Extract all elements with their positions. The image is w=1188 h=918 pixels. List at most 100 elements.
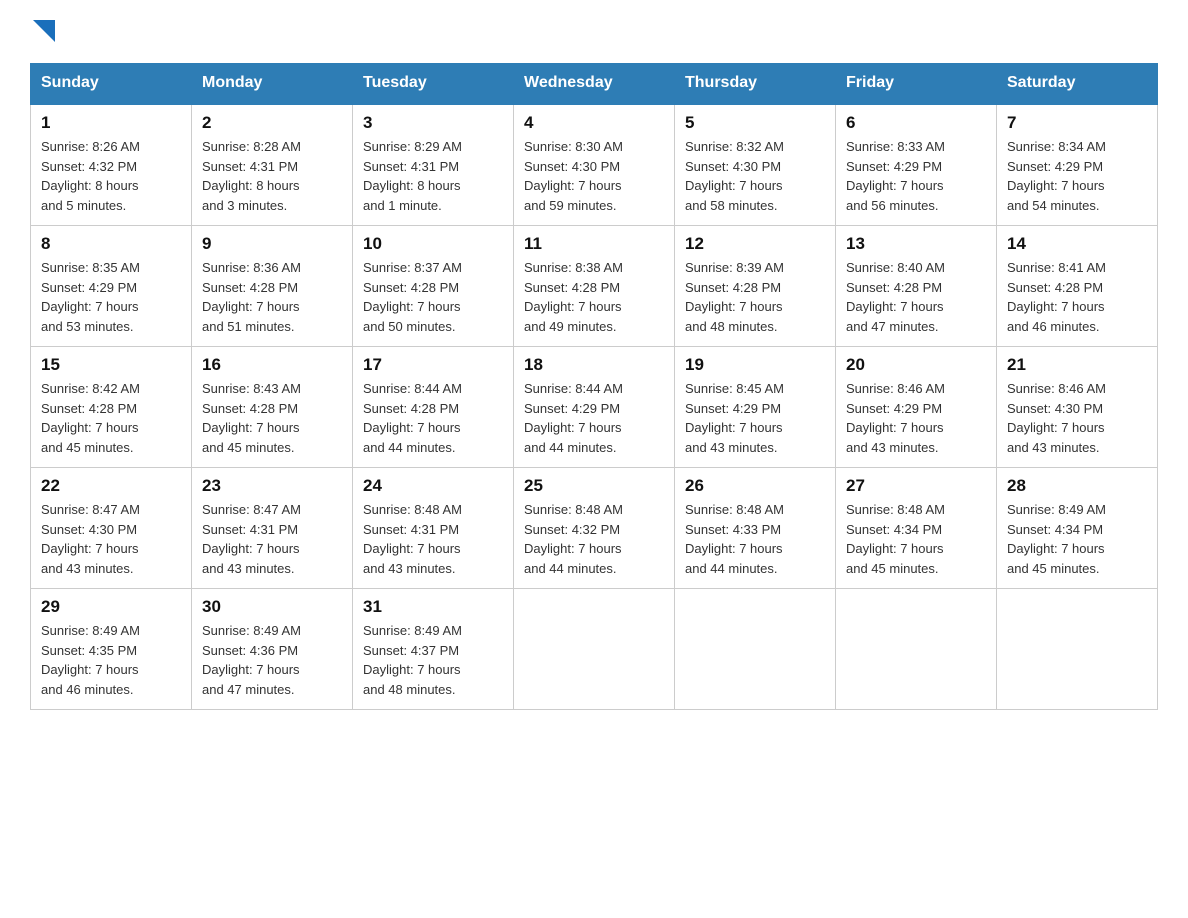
day-number: 22 <box>41 476 181 496</box>
calendar-cell: 11 Sunrise: 8:38 AM Sunset: 4:28 PM Dayli… <box>514 226 675 347</box>
day-number: 21 <box>1007 355 1147 375</box>
day-number: 11 <box>524 234 664 254</box>
calendar-cell: 13 Sunrise: 8:40 AM Sunset: 4:28 PM Dayli… <box>836 226 997 347</box>
day-number: 26 <box>685 476 825 496</box>
header-day-friday: Friday <box>836 64 997 104</box>
day-number: 9 <box>202 234 342 254</box>
day-info: Sunrise: 8:38 AM Sunset: 4:28 PM Dayligh… <box>524 258 664 336</box>
calendar-cell: 8 Sunrise: 8:35 AM Sunset: 4:29 PM Daylig… <box>31 226 192 347</box>
day-number: 25 <box>524 476 664 496</box>
day-info: Sunrise: 8:49 AM Sunset: 4:36 PM Dayligh… <box>202 621 342 699</box>
day-info: Sunrise: 8:34 AM Sunset: 4:29 PM Dayligh… <box>1007 137 1147 215</box>
day-number: 15 <box>41 355 181 375</box>
day-number: 28 <box>1007 476 1147 496</box>
calendar-body: 1 Sunrise: 8:26 AM Sunset: 4:32 PM Daylig… <box>31 104 1158 710</box>
day-number: 5 <box>685 113 825 133</box>
day-number: 12 <box>685 234 825 254</box>
calendar-cell: 6 Sunrise: 8:33 AM Sunset: 4:29 PM Daylig… <box>836 104 997 226</box>
calendar-cell: 27 Sunrise: 8:48 AM Sunset: 4:34 PM Dayli… <box>836 468 997 589</box>
calendar-cell: 26 Sunrise: 8:48 AM Sunset: 4:33 PM Dayli… <box>675 468 836 589</box>
calendar-cell: 4Sunrise: 8:30 AM Sunset: 4:30 PM Daylig… <box>514 104 675 226</box>
calendar-cell: 12Sunrise: 8:39 AM Sunset: 4:28 PM Dayli… <box>675 226 836 347</box>
day-info: Sunrise: 8:37 AM Sunset: 4:28 PM Dayligh… <box>363 258 503 336</box>
day-info: Sunrise: 8:45 AM Sunset: 4:29 PM Dayligh… <box>685 379 825 457</box>
day-number: 10 <box>363 234 503 254</box>
day-number: 6 <box>846 113 986 133</box>
calendar-cell: 23 Sunrise: 8:47 AM Sunset: 4:31 PM Dayli… <box>192 468 353 589</box>
day-number: 1 <box>41 113 181 133</box>
day-info: Sunrise: 8:48 AM Sunset: 4:32 PM Dayligh… <box>524 500 664 578</box>
day-info: Sunrise: 8:35 AM Sunset: 4:29 PM Dayligh… <box>41 258 181 336</box>
header-day-sunday: Sunday <box>31 64 192 104</box>
calendar-cell: 20Sunrise: 8:46 AM Sunset: 4:29 PM Dayli… <box>836 347 997 468</box>
day-info: Sunrise: 8:47 AM Sunset: 4:31 PM Dayligh… <box>202 500 342 578</box>
calendar-cell: 24 Sunrise: 8:48 AM Sunset: 4:31 PM Dayli… <box>353 468 514 589</box>
day-number: 8 <box>41 234 181 254</box>
header-day-monday: Monday <box>192 64 353 104</box>
week-row-1: 1 Sunrise: 8:26 AM Sunset: 4:32 PM Daylig… <box>31 104 1158 226</box>
day-number: 24 <box>363 476 503 496</box>
day-number: 23 <box>202 476 342 496</box>
day-info: Sunrise: 8:49 AM Sunset: 4:34 PM Dayligh… <box>1007 500 1147 578</box>
day-info: Sunrise: 8:30 AM Sunset: 4:30 PM Dayligh… <box>524 137 664 215</box>
day-info: Sunrise: 8:46 AM Sunset: 4:30 PM Dayligh… <box>1007 379 1147 457</box>
day-info: Sunrise: 8:26 AM Sunset: 4:32 PM Dayligh… <box>41 137 181 215</box>
day-info: Sunrise: 8:49 AM Sunset: 4:37 PM Dayligh… <box>363 621 503 699</box>
day-info: Sunrise: 8:33 AM Sunset: 4:29 PM Dayligh… <box>846 137 986 215</box>
day-number: 30 <box>202 597 342 617</box>
header-row: SundayMondayTuesdayWednesdayThursdayFrid… <box>31 64 1158 104</box>
calendar-cell: 30 Sunrise: 8:49 AM Sunset: 4:36 PM Dayli… <box>192 589 353 710</box>
day-info: Sunrise: 8:41 AM Sunset: 4:28 PM Dayligh… <box>1007 258 1147 336</box>
day-number: 3 <box>363 113 503 133</box>
week-row-3: 15 Sunrise: 8:42 AM Sunset: 4:28 PM Dayli… <box>31 347 1158 468</box>
calendar-cell: 28 Sunrise: 8:49 AM Sunset: 4:34 PM Dayli… <box>997 468 1158 589</box>
day-info: Sunrise: 8:49 AM Sunset: 4:35 PM Dayligh… <box>41 621 181 699</box>
day-number: 18 <box>524 355 664 375</box>
calendar-cell <box>514 589 675 710</box>
day-info: Sunrise: 8:36 AM Sunset: 4:28 PM Dayligh… <box>202 258 342 336</box>
calendar-cell: 5 Sunrise: 8:32 AM Sunset: 4:30 PM Daylig… <box>675 104 836 226</box>
day-number: 16 <box>202 355 342 375</box>
calendar-cell: 10 Sunrise: 8:37 AM Sunset: 4:28 PM Dayli… <box>353 226 514 347</box>
day-number: 19 <box>685 355 825 375</box>
calendar-cell: 7Sunrise: 8:34 AM Sunset: 4:29 PM Daylig… <box>997 104 1158 226</box>
day-info: Sunrise: 8:40 AM Sunset: 4:28 PM Dayligh… <box>846 258 986 336</box>
calendar-cell: 29Sunrise: 8:49 AM Sunset: 4:35 PM Dayli… <box>31 589 192 710</box>
day-info: Sunrise: 8:32 AM Sunset: 4:30 PM Dayligh… <box>685 137 825 215</box>
header-day-tuesday: Tuesday <box>353 64 514 104</box>
calendar-cell: 21 Sunrise: 8:46 AM Sunset: 4:30 PM Dayli… <box>997 347 1158 468</box>
calendar-cell: 22 Sunrise: 8:47 AM Sunset: 4:30 PM Dayli… <box>31 468 192 589</box>
header-day-saturday: Saturday <box>997 64 1158 104</box>
week-row-4: 22 Sunrise: 8:47 AM Sunset: 4:30 PM Dayli… <box>31 468 1158 589</box>
calendar-cell <box>836 589 997 710</box>
calendar-cell: 25 Sunrise: 8:48 AM Sunset: 4:32 PM Dayli… <box>514 468 675 589</box>
calendar-cell: 2Sunrise: 8:28 AM Sunset: 4:31 PM Daylig… <box>192 104 353 226</box>
calendar-cell: 31 Sunrise: 8:49 AM Sunset: 4:37 PM Dayli… <box>353 589 514 710</box>
calendar-cell: 3 Sunrise: 8:29 AM Sunset: 4:31 PM Daylig… <box>353 104 514 226</box>
calendar-cell <box>675 589 836 710</box>
day-info: Sunrise: 8:48 AM Sunset: 4:31 PM Dayligh… <box>363 500 503 578</box>
day-info: Sunrise: 8:44 AM Sunset: 4:29 PM Dayligh… <box>524 379 664 457</box>
calendar-cell: 17Sunrise: 8:44 AM Sunset: 4:28 PM Dayli… <box>353 347 514 468</box>
calendar-cell: 9 Sunrise: 8:36 AM Sunset: 4:28 PM Daylig… <box>192 226 353 347</box>
day-info: Sunrise: 8:42 AM Sunset: 4:28 PM Dayligh… <box>41 379 181 457</box>
calendar-cell <box>997 589 1158 710</box>
calendar-cell: 15 Sunrise: 8:42 AM Sunset: 4:28 PM Dayli… <box>31 347 192 468</box>
day-number: 17 <box>363 355 503 375</box>
calendar-table: SundayMondayTuesdayWednesdayThursdayFrid… <box>30 63 1158 710</box>
day-info: Sunrise: 8:48 AM Sunset: 4:34 PM Dayligh… <box>846 500 986 578</box>
day-number: 27 <box>846 476 986 496</box>
logo-triangle-icon <box>33 20 55 42</box>
calendar-header: SundayMondayTuesdayWednesdayThursdayFrid… <box>31 64 1158 104</box>
day-number: 14 <box>1007 234 1147 254</box>
day-info: Sunrise: 8:46 AM Sunset: 4:29 PM Dayligh… <box>846 379 986 457</box>
day-info: Sunrise: 8:47 AM Sunset: 4:30 PM Dayligh… <box>41 500 181 578</box>
header <box>30 20 1158 43</box>
day-number: 13 <box>846 234 986 254</box>
header-day-wednesday: Wednesday <box>514 64 675 104</box>
day-info: Sunrise: 8:48 AM Sunset: 4:33 PM Dayligh… <box>685 500 825 578</box>
calendar-cell: 14 Sunrise: 8:41 AM Sunset: 4:28 PM Dayli… <box>997 226 1158 347</box>
day-number: 31 <box>363 597 503 617</box>
day-info: Sunrise: 8:29 AM Sunset: 4:31 PM Dayligh… <box>363 137 503 215</box>
logo <box>30 20 55 43</box>
